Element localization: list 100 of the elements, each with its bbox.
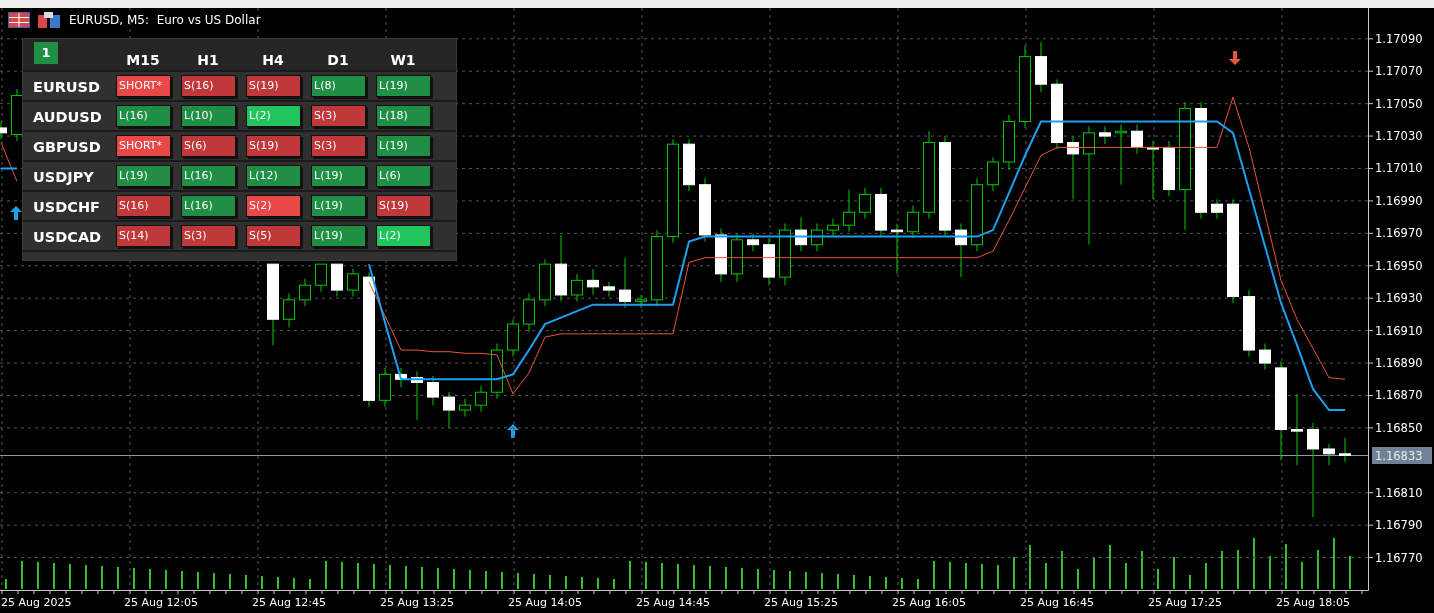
candle xyxy=(411,370,423,421)
signal-indicator: L(8) xyxy=(311,75,366,97)
price-label: 1.16930 xyxy=(1375,291,1423,306)
table-icon[interactable] xyxy=(8,12,30,28)
signal-indicator: S(3) xyxy=(311,135,366,157)
price-label: 1.17090 xyxy=(1375,31,1423,46)
price-label: 1.16890 xyxy=(1375,356,1423,371)
symbol-label: AUDUSD xyxy=(33,108,102,126)
signal-indicator: S(5) xyxy=(246,225,301,247)
signal-indicator: S(3) xyxy=(311,105,366,127)
signal-indicator: S(6) xyxy=(181,135,236,157)
signal-indicator: L(10) xyxy=(181,105,236,127)
candle xyxy=(811,223,823,252)
candle xyxy=(1211,198,1223,220)
up-arrow-icon xyxy=(507,424,519,438)
candle xyxy=(635,294,647,309)
candle xyxy=(955,223,967,278)
candle xyxy=(907,205,919,239)
price-label: 1.17050 xyxy=(1375,96,1423,111)
candle xyxy=(587,268,599,296)
signal-indicator: S(19) xyxy=(376,195,431,217)
candle xyxy=(699,177,711,242)
candle xyxy=(843,189,855,233)
price-label: 1.16770 xyxy=(1375,550,1423,565)
price-label: 1.16970 xyxy=(1375,226,1423,241)
envelope-line xyxy=(0,142,18,182)
timeframe-label: H4 xyxy=(261,51,285,70)
time-label: 25 Aug 12:05 xyxy=(123,596,199,609)
signal-indicator: L(12) xyxy=(246,165,301,187)
time-label: 25 Aug 12:45 xyxy=(251,596,327,609)
candle xyxy=(827,218,839,238)
signal-indicator: L(6) xyxy=(376,165,431,187)
time-label: 25 Aug 16:45 xyxy=(1019,596,1095,609)
candle xyxy=(347,268,359,298)
candle xyxy=(11,88,23,142)
candle xyxy=(1147,140,1159,200)
signal-indicator: S(2) xyxy=(246,195,301,217)
candle xyxy=(443,391,455,429)
chart-icon[interactable] xyxy=(38,12,60,28)
signal-indicator: SHORT* xyxy=(116,75,171,97)
price-label: 1.17030 xyxy=(1375,129,1423,144)
time-label: 25 Aug 2025 xyxy=(1,596,72,609)
candle xyxy=(747,232,759,252)
up-arrow-icon xyxy=(10,206,22,220)
signal-indicator: L(18) xyxy=(376,105,431,127)
signal-indicator: S(19) xyxy=(246,135,301,157)
candle xyxy=(619,257,631,309)
time-label: 25 Aug 15:25 xyxy=(763,596,839,609)
candle xyxy=(683,138,695,192)
candle xyxy=(1115,124,1127,186)
symbol-label: USDJPY xyxy=(33,168,94,186)
signal-indicator: S(16) xyxy=(181,75,236,97)
candle xyxy=(859,187,871,220)
candle xyxy=(379,367,391,408)
candle xyxy=(571,273,583,302)
candle xyxy=(779,223,791,286)
symbol-label: USDCHF xyxy=(33,198,100,216)
signal-indicator: L(16) xyxy=(181,165,236,187)
window-title: EURUSD, M5: Euro vs US Dollar xyxy=(69,12,261,29)
candle xyxy=(875,187,887,238)
candle xyxy=(331,263,343,298)
candle xyxy=(731,232,743,283)
signal-indicator: L(19) xyxy=(376,75,431,97)
price-label: 1.16910 xyxy=(1375,323,1423,338)
price-label: 1.16990 xyxy=(1375,193,1423,208)
symbol-label: EURUSD xyxy=(33,78,101,96)
candle xyxy=(475,385,487,413)
signal-indicator: L(16) xyxy=(116,105,171,127)
moving-average-line xyxy=(0,167,18,170)
candle xyxy=(1163,140,1175,197)
candle xyxy=(283,292,295,328)
signal-indicator: L(19) xyxy=(311,165,366,187)
candle xyxy=(1035,41,1047,93)
time-label: 25 Aug 14:45 xyxy=(635,596,711,609)
candle xyxy=(1099,125,1111,145)
symbol-label: USDCAD xyxy=(33,228,102,246)
signal-indicator: L(2) xyxy=(246,105,301,127)
price-label: 1.16950 xyxy=(1375,258,1423,273)
time-label: 25 Aug 14:05 xyxy=(507,596,583,609)
candle xyxy=(1131,124,1143,155)
timeframe-label: M15 xyxy=(125,51,161,70)
candle xyxy=(555,234,567,302)
candle xyxy=(395,367,407,388)
candle xyxy=(0,121,7,140)
candle xyxy=(1339,437,1351,463)
candle xyxy=(891,223,903,275)
signal-indicator: S(16) xyxy=(116,195,171,217)
time-label: 25 Aug 17:25 xyxy=(1147,596,1223,609)
page-number-indicator[interactable]: 1 xyxy=(34,42,58,64)
candle xyxy=(427,375,439,406)
price-label: 1.17070 xyxy=(1375,64,1423,79)
candle xyxy=(491,343,503,400)
candle xyxy=(1243,289,1255,358)
price-label: 1.16870 xyxy=(1375,388,1423,403)
signal-indicator: L(2) xyxy=(376,225,431,247)
timeframe-label: W1 xyxy=(389,51,417,70)
candle xyxy=(299,278,311,307)
candle xyxy=(315,263,327,293)
signal-indicator: S(3) xyxy=(181,225,236,247)
signal-indicator: L(16) xyxy=(181,195,236,217)
